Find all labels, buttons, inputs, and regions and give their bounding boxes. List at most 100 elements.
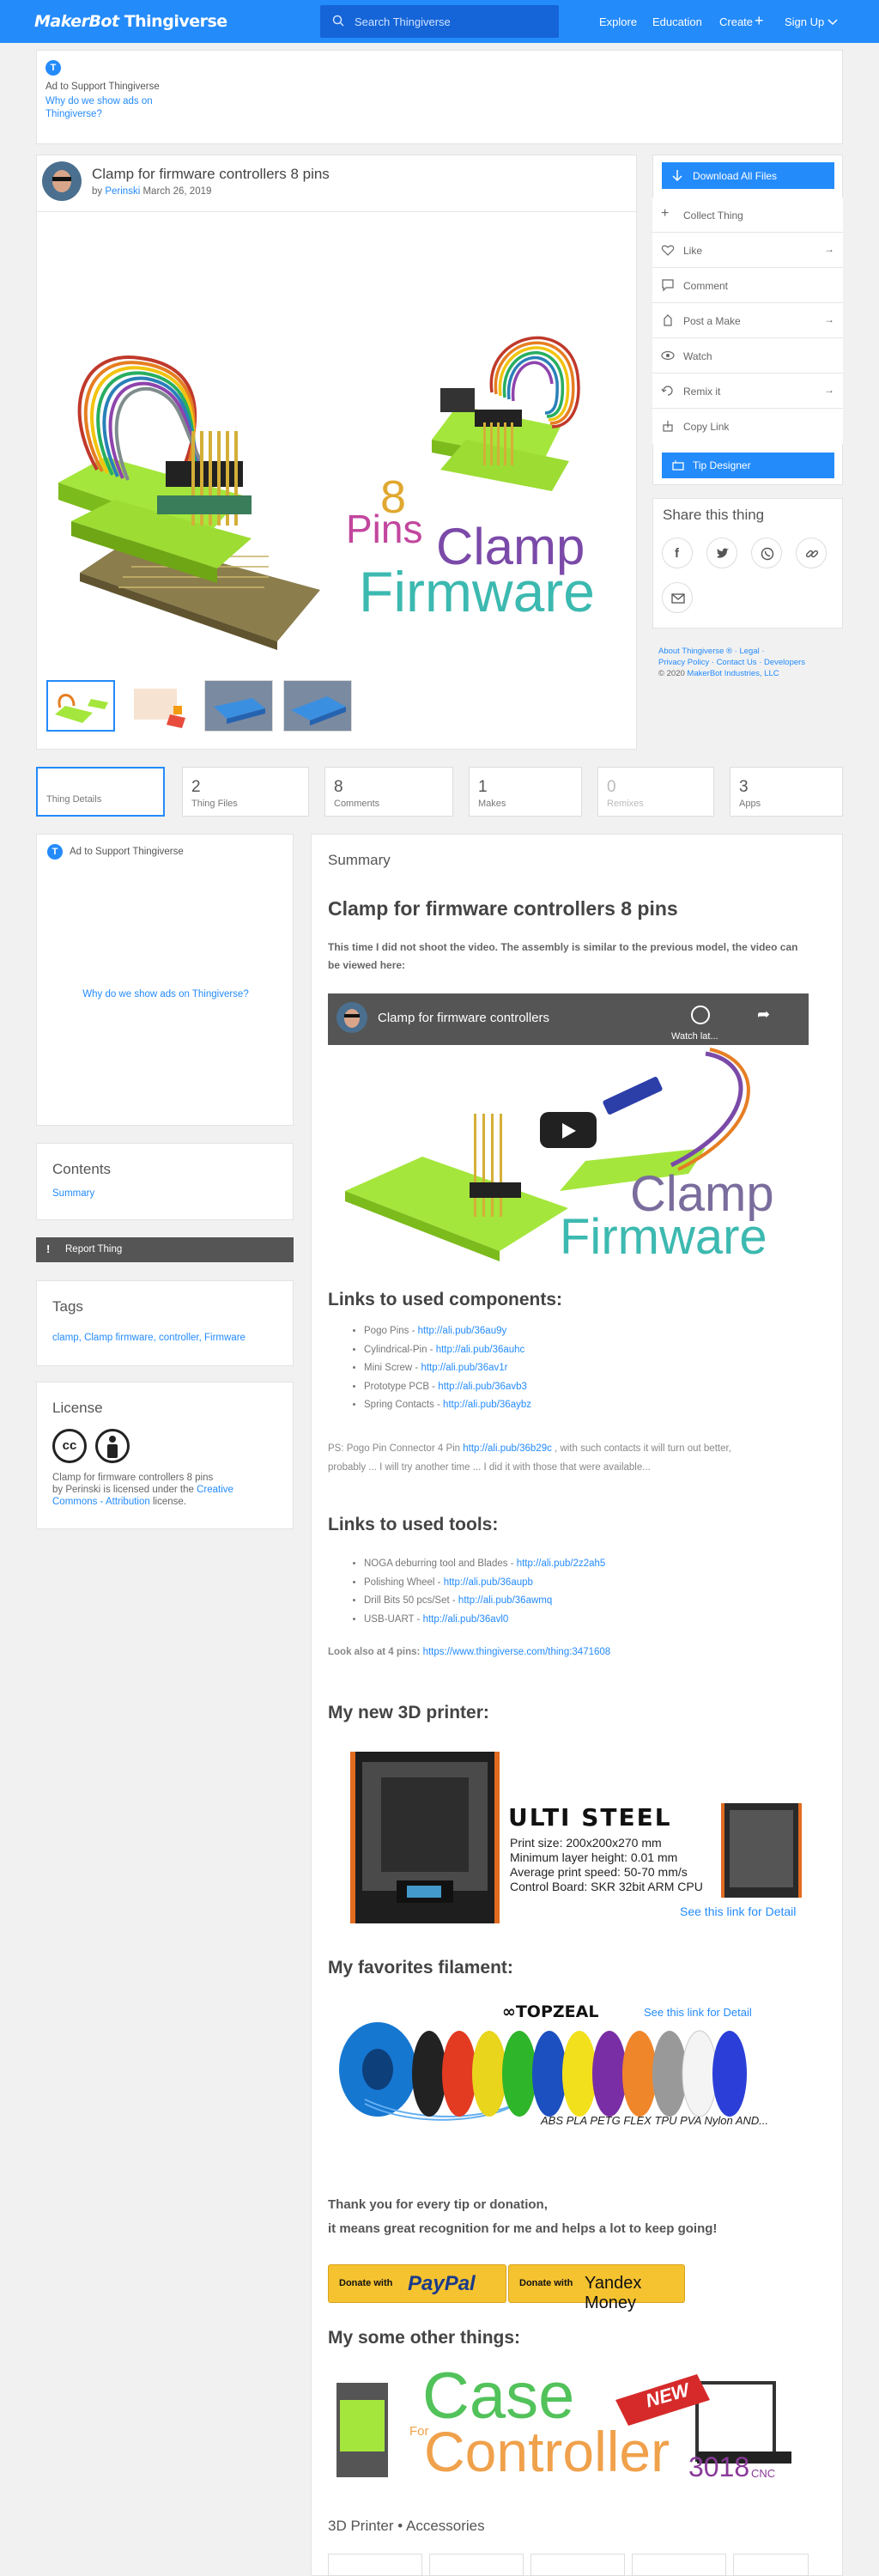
accessory-thumb-1[interactable]	[328, 2554, 422, 2576]
other-things-banner-image[interactable]: Case For Controller NEW 3018 CNC	[328, 2366, 809, 2494]
makerbot-thingiverse-logo[interactable]: MakerBot Thingiverse	[34, 12, 227, 31]
tip-icon	[672, 460, 684, 471]
clock-icon[interactable]	[691, 1005, 710, 1024]
tab-thing-files[interactable]: 2 Thing Files	[182, 767, 309, 817]
license-panel: License cc Clamp for firmware controller…	[36, 1382, 294, 1529]
components-list: Pogo Pins - http://ali.pub/36au9y Cylind…	[364, 1322, 531, 1415]
remix-it-button[interactable]: Remix it →	[652, 374, 843, 409]
other-things-title: My some other things:	[328, 2328, 521, 2348]
ps-paragraph: PS: Pogo Pin Connector 4 Pin http://ali.…	[328, 1443, 731, 1473]
report-thing-button[interactable]: ! Report Thing	[36, 1237, 294, 1262]
list-item: USB-UART - http://ali.pub/36avl0	[364, 1611, 605, 1630]
license-title: License	[52, 1400, 103, 1416]
video-embed[interactable]: Clamp for firmware controllers Watch lat…	[328, 993, 809, 1264]
hero-illustration: 8 Pins Clamp Firmware	[58, 336, 595, 650]
tags-title: Tags	[52, 1298, 83, 1315]
ad-label: Ad to Support Thingiverse	[45, 82, 160, 92]
donate-paypal-button[interactable]: Donate with PayPal	[328, 2264, 506, 2303]
collect-thing-button[interactable]: + Collect Thing	[652, 197, 843, 233]
contents-title: Contents	[52, 1161, 112, 1177]
twitter-share-icon[interactable]	[706, 538, 737, 568]
search-input[interactable]: Search Thingiverse	[320, 5, 559, 38]
accessory-thumb-2[interactable]	[429, 2554, 524, 2576]
accessory-thumb-4[interactable]	[632, 2554, 726, 2576]
thanks-text: Thank you for every tip or donation, it m…	[328, 2197, 718, 2236]
whatsapp-share-icon[interactable]	[751, 538, 782, 568]
channel-avatar[interactable]	[336, 1002, 367, 1033]
list-item: NOGA deburring tool and Blades - http://…	[364, 1555, 605, 1574]
link-share-icon[interactable]	[796, 538, 827, 568]
video-text-firmware: Firmware	[560, 1209, 767, 1264]
email-share-icon[interactable]	[662, 582, 693, 613]
ad-why-link[interactable]: Why do we show ads on Thingiverse?	[45, 95, 166, 121]
accessory-thumb-5[interactable]	[733, 2554, 809, 2576]
company-link[interactable]: MakerBot Industries, LLC	[687, 669, 779, 678]
donate-yandex-button[interactable]: Donate with Yandex Money	[508, 2264, 685, 2312]
printer-banner-image[interactable]: ULTI STEEL Print size: 200x200x270 mm Mi…	[336, 1743, 813, 1932]
watch-later-label: Watch lat...	[671, 1031, 718, 1042]
like-button[interactable]: Like →	[652, 233, 843, 268]
author-link[interactable]: Perinski	[105, 186, 140, 197]
watch-button[interactable]: Watch	[652, 338, 843, 374]
copy-link-button[interactable]: Copy Link	[652, 409, 843, 444]
ad-why-link[interactable]: Why do we show ads on Thingiverse?	[37, 989, 294, 999]
footer-links-line2[interactable]: Privacy Policy · Contact Us · Developers	[658, 657, 805, 668]
download-all-files-button[interactable]: Download All Files	[662, 162, 834, 189]
thumbnail-3[interactable]	[204, 680, 273, 732]
accessory-thumb-3[interactable]	[530, 2554, 625, 2576]
nav-sign-up[interactable]: Sign Up	[785, 15, 824, 28]
remix-icon	[661, 386, 673, 396]
components-title: Links to used components:	[328, 1290, 563, 1309]
thing-title: Clamp for firmware controllers 8 pins	[92, 166, 330, 182]
main-thing-image[interactable]: 8 Pins Clamp Firmware	[37, 212, 636, 665]
comment-button[interactable]: Comment	[652, 268, 843, 303]
tools-title: Links to used tools:	[328, 1515, 499, 1534]
tab-thing-details[interactable]: Thing Details	[36, 767, 165, 817]
arrow-right-icon: →	[824, 384, 834, 396]
chevron-down-icon[interactable]	[827, 19, 838, 26]
list-item: Cylindrical-Pin - http://ali.pub/36auhc	[364, 1341, 531, 1360]
filament-banner-image[interactable]: ∞TOPZEAL See this link for Detail ABS PL…	[330, 2001, 811, 2138]
thingiverse-t-icon: T	[47, 844, 63, 860]
tags-list[interactable]: clamp, Clamp firmware, controller, Firmw…	[52, 1333, 246, 1343]
top-navbar: MakerBot Thingiverse Search Thingiverse …	[0, 0, 879, 43]
heart-icon	[661, 245, 675, 256]
facebook-share-icon[interactable]: f	[662, 538, 693, 568]
thing-byline: by Perinski March 26, 2019	[92, 186, 212, 197]
printer-detail-link[interactable]: See this link for Detail	[680, 1905, 796, 1918]
footer-links-line1[interactable]: About Thingiverse ® · Legal ·	[658, 646, 805, 657]
tab-remixes[interactable]: 0 Remixes	[597, 767, 714, 817]
thumbnail-1[interactable]	[46, 680, 115, 732]
plus-icon[interactable]: +	[755, 12, 764, 30]
tab-makes[interactable]: 1 Makes	[469, 767, 582, 817]
look-also-link[interactable]: https://www.thingiverse.com/thing:347160…	[423, 1647, 611, 1657]
arrow-right-icon: →	[824, 243, 834, 255]
paypal-logo: PayPal	[408, 2272, 476, 2295]
contents-summary-link[interactable]: Summary	[52, 1188, 94, 1199]
nav-education[interactable]: Education	[652, 15, 702, 28]
nav-explore[interactable]: Explore	[599, 15, 637, 28]
video-title[interactable]: Clamp for firmware controllers	[378, 1011, 549, 1025]
tags-panel: Tags clamp, Clamp firmware, controller, …	[36, 1280, 294, 1366]
tab-apps[interactable]: 3 Apps	[730, 767, 843, 817]
post-a-make-button[interactable]: Post a Make →	[652, 303, 843, 338]
thumbnail-4[interactable]	[283, 680, 352, 732]
tab-comments[interactable]: 8 Comments	[324, 767, 453, 817]
hand-icon	[664, 314, 672, 326]
filament-title: My favorites filament:	[328, 1958, 513, 1978]
play-button[interactable]	[540, 1112, 597, 1148]
share-arrow-icon[interactable]: ➦	[757, 1005, 770, 1024]
filament-detail-link[interactable]: See this link for Detail	[644, 2006, 752, 2019]
hero-text-pins: Pins	[346, 507, 422, 551]
list-item: Polishing Wheel - http://ali.pub/36aupb	[364, 1574, 605, 1593]
other-text-3018: 3018	[688, 2451, 750, 2482]
tip-designer-button[interactable]: Tip Designer	[662, 453, 834, 478]
footer-links: About Thingiverse ® · Legal · Privacy Po…	[658, 646, 806, 678]
ps-link[interactable]: http://ali.pub/36b29c	[463, 1443, 552, 1454]
avatar[interactable]	[42, 161, 82, 201]
list-item: Pogo Pins - http://ali.pub/36au9y	[364, 1322, 531, 1341]
list-item: Drill Bits 50 pcs/Set - http://ali.pub/3…	[364, 1592, 605, 1611]
nav-create[interactable]: Create	[719, 15, 753, 28]
ad-panel-left: T Ad to Support Thingiverse Why do we sh…	[36, 834, 294, 1126]
thumbnail-2[interactable]	[125, 680, 194, 732]
